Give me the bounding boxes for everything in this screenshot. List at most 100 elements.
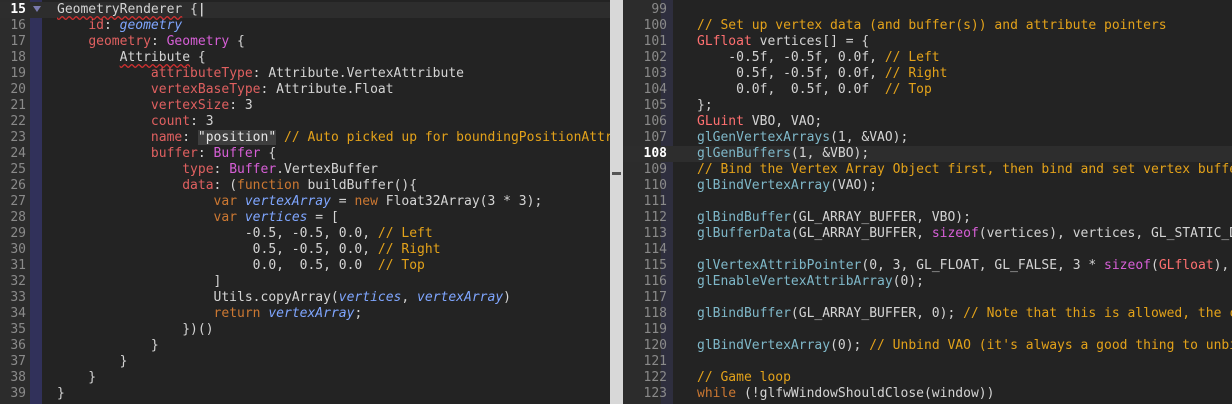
code-token: =: [330, 194, 355, 209]
code-line[interactable]: 33 Utils.copyArray(vertices, vertexArray…: [0, 290, 610, 306]
right-editor-pane[interactable]: 99 100 // Set up vertex data (and buffer(s…: [623, 0, 1232, 404]
left-editor-pane[interactable]: 15 GeometryRenderer {| 16 id: geometry 17 g…: [0, 0, 610, 404]
code-line[interactable]: 23 name: "position" // Auto picked up fo…: [0, 130, 610, 146]
code-token: (VAO);: [830, 178, 878, 193]
code-line[interactable]: 110 glBindVertexArray(VAO);: [623, 178, 1232, 194]
line-number: 22: [10, 114, 26, 129]
code-line[interactable]: 108 glGenBuffers(1, &VBO);: [623, 146, 1232, 162]
code-token: (!glfwWindowShouldClose(window)): [736, 386, 995, 401]
line-number: 37: [10, 354, 26, 369]
code-token: count: [150, 114, 191, 129]
code-line[interactable]: 101 GLfloat vertices[] = {: [623, 34, 1232, 50]
fold-arrow-icon[interactable]: [33, 6, 41, 12]
code-token: // Note that this is allowed, the c: [963, 306, 1232, 321]
code-text: 0.0f, 0.5f, 0.0f // Top: [697, 82, 932, 98]
line-number: 119: [643, 322, 667, 337]
code-line[interactable]: 30 0.5, -0.5, 0.0, // Right: [0, 242, 610, 258]
code-text: -0.5, -0.5, 0.0, // Left: [57, 226, 433, 242]
code-line[interactable]: 28 var vertices = [: [0, 210, 610, 226]
code-line[interactable]: 113 glBufferData(GL_ARRAY_BUFFER, sizeof(…: [623, 226, 1232, 242]
code-line[interactable]: 109 // Bind the Vertex Array Object first…: [623, 162, 1232, 178]
code-text: count: 3: [57, 114, 214, 130]
code-line[interactable]: 105};: [623, 98, 1232, 114]
code-line[interactable]: 35 })(): [0, 322, 610, 338]
code-line[interactable]: 104 0.0f, 0.5f, 0.0f // Top: [623, 82, 1232, 98]
code-line[interactable]: 16 id: geometry: [0, 18, 610, 34]
code-line[interactable]: 18 Attribute {: [0, 50, 610, 66]
code-token: glBindVertexArray: [697, 178, 831, 193]
line-number: 117: [643, 290, 667, 305]
code-token: sizeof: [1104, 258, 1151, 273]
code-line[interactable]: 102 -0.5f, -0.5f, 0.0f, // Left: [623, 50, 1232, 66]
code-token: ,: [401, 290, 418, 305]
code-line[interactable]: 34 return vertexArray;: [0, 306, 610, 322]
code-line[interactable]: 107 glGenVertexArrays(1, &VAO);: [623, 130, 1232, 146]
code-line[interactable]: 100 // Set up vertex data (and buffer(s))…: [623, 18, 1232, 34]
code-token: (GL_ARRAY_BUFFER, 0);: [790, 306, 964, 321]
code-text: Attribute {: [57, 50, 206, 66]
code-token: {: [182, 2, 198, 17]
code-line[interactable]: 121: [623, 354, 1232, 370]
split-view-divider[interactable]: [610, 0, 623, 404]
code-line[interactable]: 17 geometry: Geometry {: [0, 34, 610, 50]
line-number: 112: [643, 210, 667, 225]
code-line[interactable]: 119: [623, 322, 1232, 338]
code-line[interactable]: 25 type: Buffer.VertexBuffer: [0, 162, 610, 178]
code-line[interactable]: 111: [623, 194, 1232, 210]
code-text: }: [57, 386, 65, 402]
code-line[interactable]: 15 GeometryRenderer {|: [0, 2, 610, 18]
code-line[interactable]: 122 // Game loop: [623, 370, 1232, 386]
code-line[interactable]: 19 attributeType: Attribute.VertexAttrib…: [0, 66, 610, 82]
code-line[interactable]: 123 while (!glfwWindowShouldClose(window)…: [623, 386, 1232, 402]
line-number: 15: [10, 2, 26, 17]
code-token: Utils.copyArray(: [57, 290, 339, 305]
line-number: 121: [643, 354, 667, 369]
line-number: 30: [10, 242, 26, 257]
code-token: :: [182, 130, 198, 145]
code-line[interactable]: 32 ]: [0, 274, 610, 290]
code-line[interactable]: 99: [623, 2, 1232, 18]
code-line[interactable]: 112 glBindBuffer(GL_ARRAY_BUFFER, VBO);: [623, 210, 1232, 226]
line-number: 105: [643, 98, 667, 113]
code-line[interactable]: 115 glVertexAttribPointer(0, 3, GL_FLOAT,…: [623, 258, 1232, 274]
code-line[interactable]: 26 data: (function buildBuffer(){: [0, 178, 610, 194]
code-line[interactable]: 38 }: [0, 370, 610, 386]
code-token: new: [354, 194, 378, 209]
line-number: 27: [10, 194, 26, 209]
code-token: ),: [1213, 258, 1230, 273]
code-line[interactable]: 20 vertexBaseType: Attribute.Float: [0, 82, 610, 98]
code-token: {: [229, 34, 245, 49]
code-line[interactable]: 118 glBindBuffer(GL_ARRAY_BUFFER, 0); // …: [623, 306, 1232, 322]
line-number: 29: [10, 226, 26, 241]
code-line[interactable]: 39}: [0, 386, 610, 402]
code-token: {: [190, 50, 206, 65]
code-line[interactable]: 31 0.0, 0.5, 0.0 // Top: [0, 258, 610, 274]
code-line[interactable]: 116 glEnableVertexAttribArray(0);: [623, 274, 1232, 290]
code-line[interactable]: 24 buffer: Buffer {: [0, 146, 610, 162]
code-token: = [: [307, 210, 339, 225]
code-line[interactable]: 36 }: [0, 338, 610, 354]
code-token: }: [57, 386, 65, 401]
code-line[interactable]: 117: [623, 290, 1232, 306]
code-text: 0.5f, -0.5f, 0.0f, // Right: [697, 66, 947, 82]
code-token: : 3: [229, 98, 253, 113]
code-line[interactable]: 37 }: [0, 354, 610, 370]
code-line[interactable]: 114: [623, 242, 1232, 258]
divider-grip-icon[interactable]: [612, 172, 621, 175]
code-line[interactable]: 106 GLuint VBO, VAO;: [623, 114, 1232, 130]
code-line[interactable]: 29 -0.5, -0.5, 0.0, // Left: [0, 226, 610, 242]
code-line[interactable]: 22 count: 3: [0, 114, 610, 130]
code-token: data: [182, 178, 214, 193]
code-text: name: "position" // Auto picked up for b…: [57, 130, 610, 146]
line-number: 109: [643, 162, 667, 177]
code-line[interactable]: 103 0.5f, -0.5f, 0.0f, // Right: [623, 66, 1232, 82]
code-line[interactable]: 27 var vertexArray = new Float32Array(3 …: [0, 194, 610, 210]
code-line[interactable]: 120 glBindVertexArray(0); // Unbind VAO (…: [623, 338, 1232, 354]
code-text: }: [57, 338, 159, 354]
code-token: Attribute: [119, 50, 191, 65]
code-token: Buffer: [229, 162, 277, 177]
code-line[interactable]: 21 vertexSize: 3: [0, 98, 610, 114]
